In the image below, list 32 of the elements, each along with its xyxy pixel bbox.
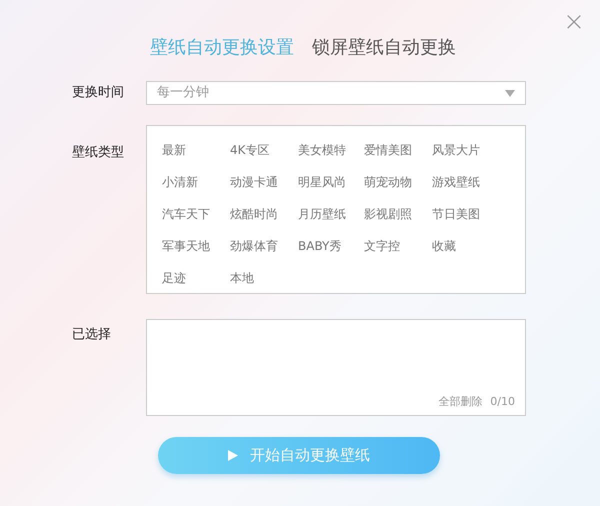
wallpaper-type-option[interactable]: 军事天地: [162, 237, 230, 255]
wallpaper-type-option[interactable]: 月历壁纸: [298, 205, 364, 223]
wallpaper-type-option[interactable]: 影视剧照: [364, 205, 432, 223]
selected-count: 0/10: [490, 394, 515, 410]
wallpaper-type-option[interactable]: 本地: [230, 269, 298, 287]
wallpaper-type-option[interactable]: 节日美图: [432, 205, 500, 223]
wallpaper-type-option[interactable]: 劲爆体育: [230, 237, 298, 255]
tab[interactable]: 锁屏壁纸自动更换: [312, 34, 456, 61]
play-icon: [228, 450, 238, 461]
wallpaper-type-option[interactable]: 最新: [162, 141, 230, 159]
wallpaper-type-option[interactable]: 炫酷时尚: [230, 205, 298, 223]
wallpaper-type-option[interactable]: 小清新: [162, 173, 230, 191]
interval-dropdown[interactable]: 每一分钟: [146, 81, 526, 105]
close-button[interactable]: ×: [562, 10, 586, 34]
wallpaper-type-option[interactable]: 美女模特: [298, 141, 364, 159]
wallpaper-type-option[interactable]: 汽车天下: [162, 205, 230, 223]
wallpaper-type-option[interactable]: 游戏壁纸: [432, 173, 500, 191]
wallpaper-type-option[interactable]: 4K专区: [230, 141, 298, 159]
wallpaper-type-option[interactable]: BABY秀: [298, 237, 364, 255]
wallpaper-type-option[interactable]: 明星风尚: [298, 173, 364, 191]
wallpaper-type-option[interactable]: 动漫卡通: [230, 173, 298, 191]
field-label: 更换时间: [71, 84, 125, 102]
wallpaper-type-option[interactable]: 收藏: [432, 237, 500, 255]
clear-all-link[interactable]: 全部删除: [438, 394, 482, 410]
wallpaper-type-option[interactable]: 萌宠动物: [364, 173, 432, 191]
wallpaper-type-option[interactable]: 文字控: [364, 237, 432, 255]
dropdown-arrow-icon: [505, 90, 515, 96]
field-label: 已选择: [71, 326, 112, 344]
wallpaper-type-option[interactable]: 爱情美图: [364, 141, 432, 159]
wallpaper-type-option[interactable]: 风景大片: [432, 141, 500, 159]
wallpaper-type-option[interactable]: 足迹: [162, 269, 230, 287]
field-label: 壁纸类型: [71, 144, 125, 162]
